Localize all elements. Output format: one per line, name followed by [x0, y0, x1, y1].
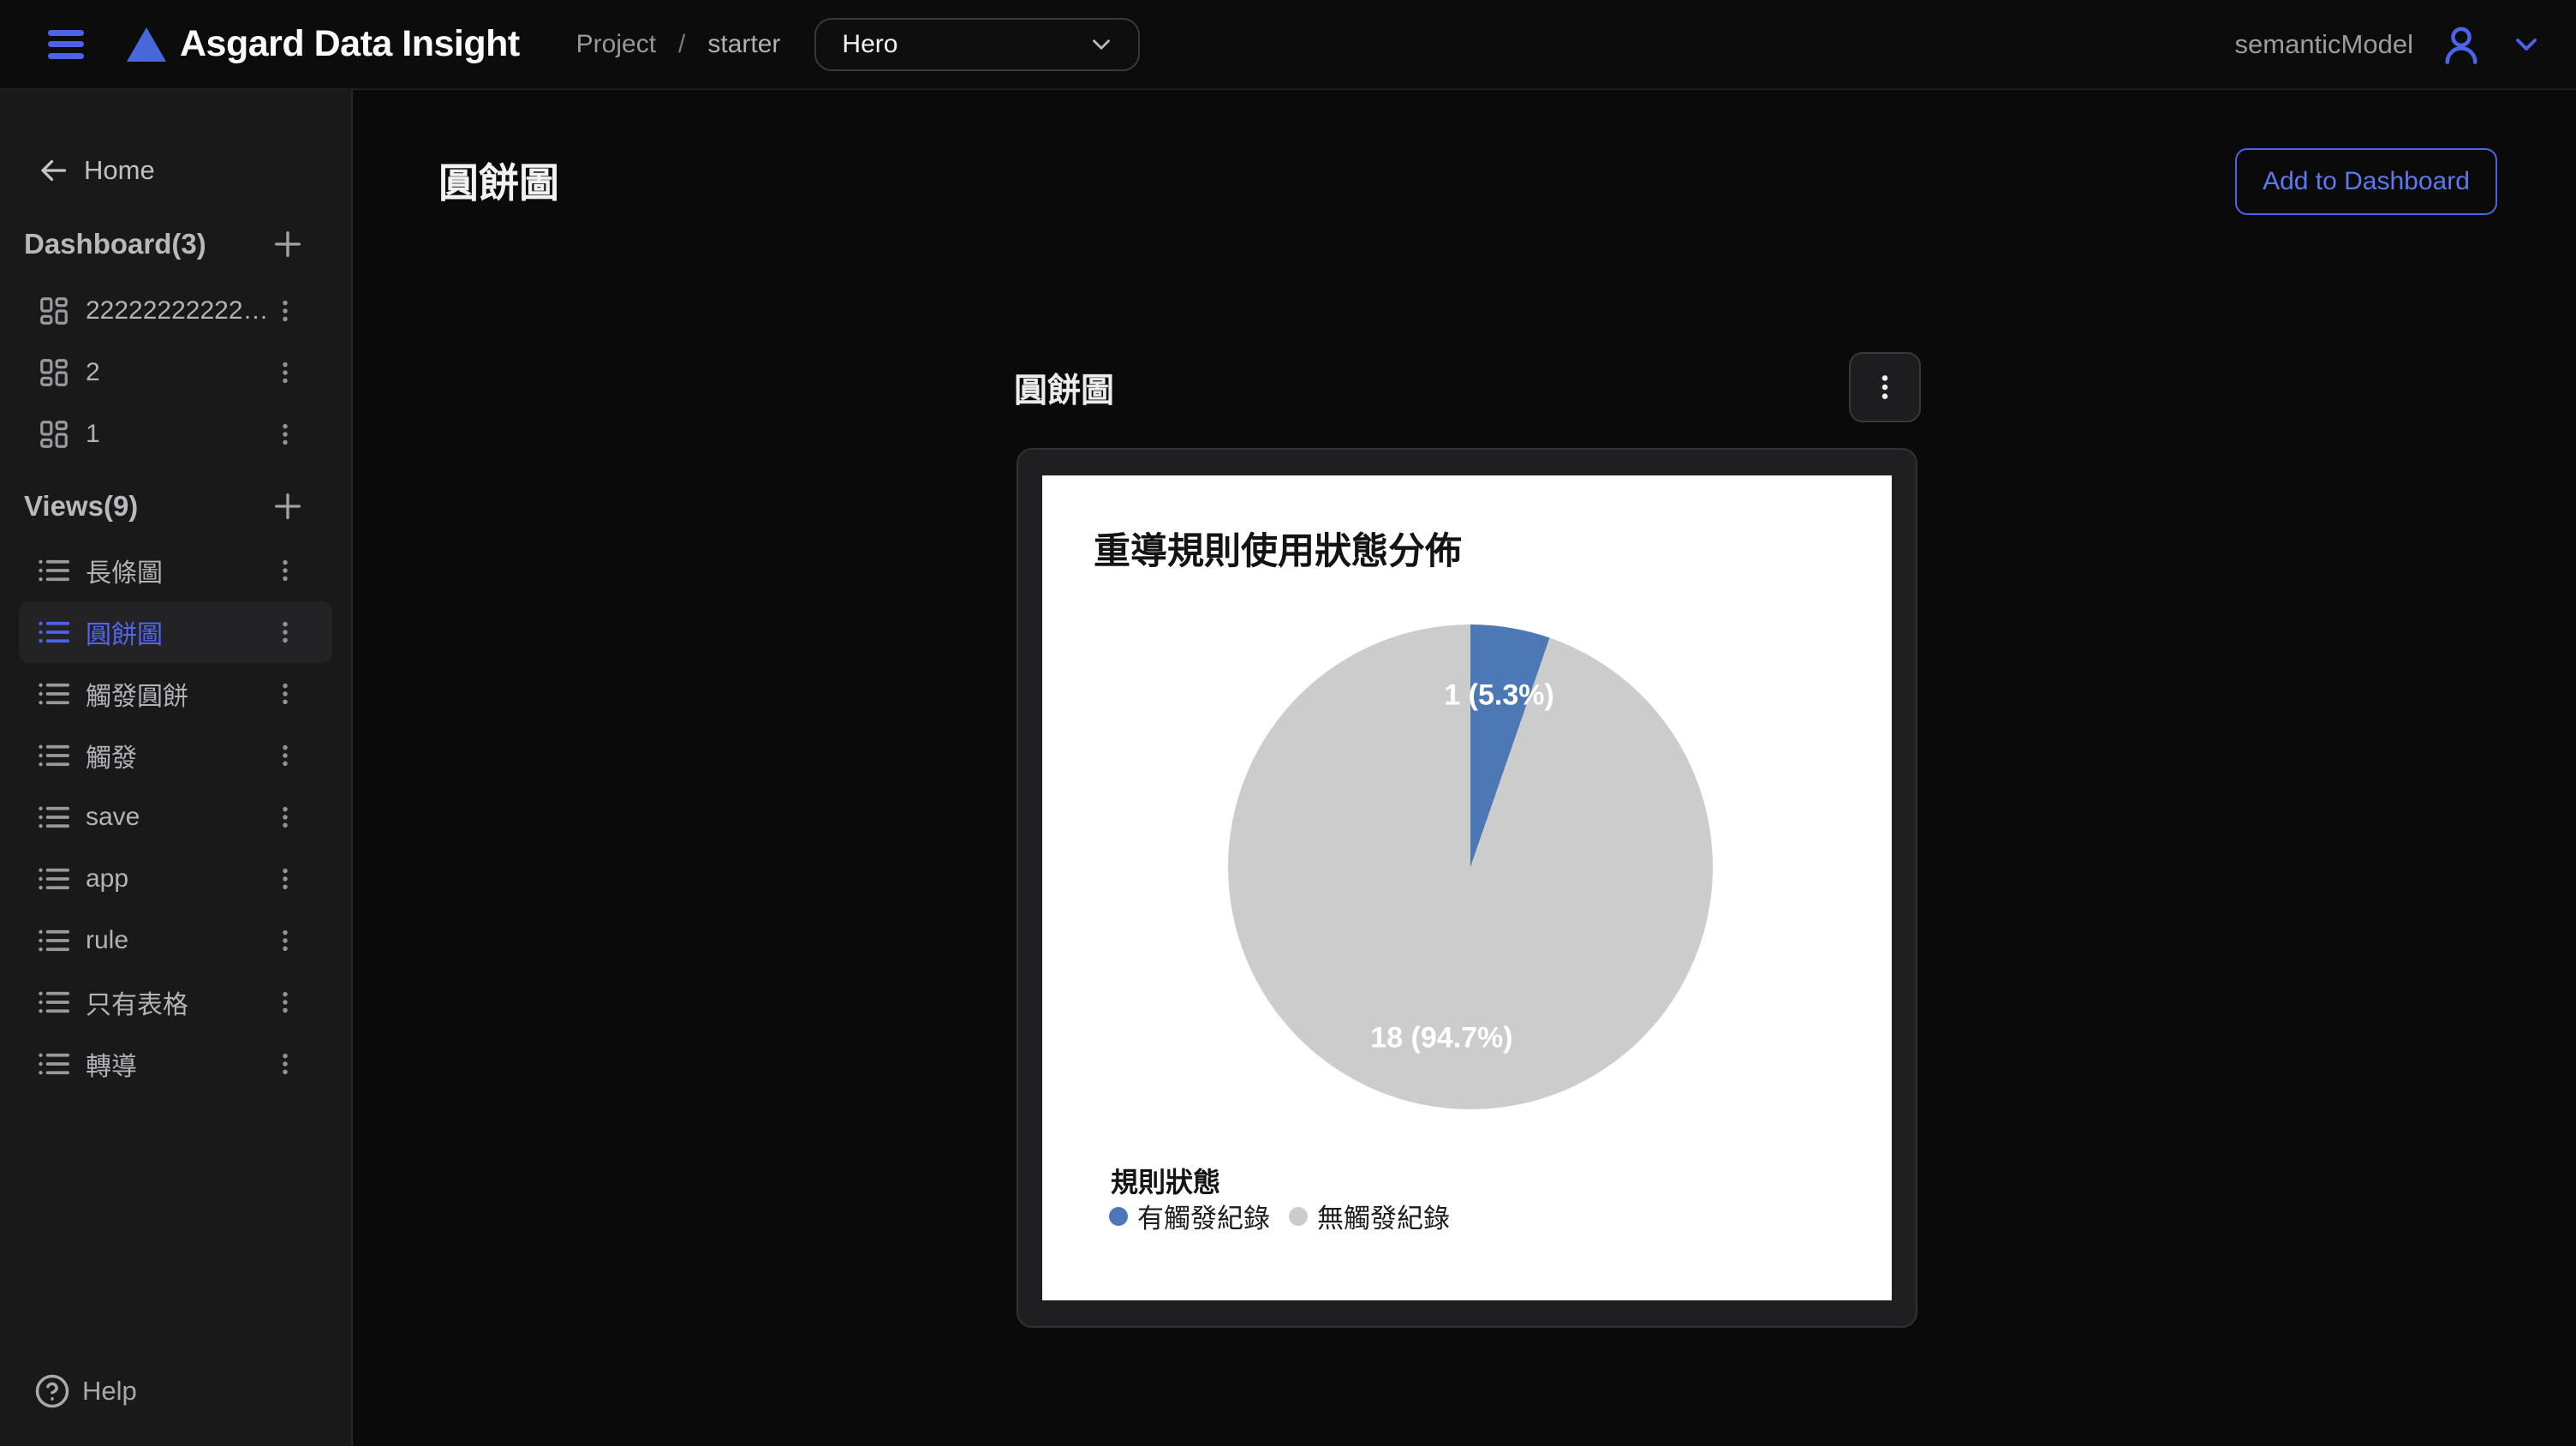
kebab-menu-icon[interactable]	[272, 804, 298, 830]
hamburger-icon	[48, 30, 84, 36]
list-icon	[38, 1049, 70, 1079]
view-item-label: rule	[86, 926, 128, 955]
kebab-menu-icon[interactable]	[272, 866, 298, 892]
view-item-label: save	[86, 803, 140, 832]
add-dashboard-button[interactable]	[271, 227, 305, 261]
view-item-label: 長條圖	[86, 552, 163, 589]
kebab-menu-icon[interactable]	[272, 558, 298, 583]
legend-dot	[1289, 1207, 1308, 1226]
legend-dot	[1109, 1207, 1128, 1226]
legend-item-label: 無觸發紀錄	[1317, 1197, 1450, 1235]
hamburger-icon	[48, 41, 84, 47]
list-icon	[38, 556, 70, 585]
sidebar-item-view[interactable]: 長條圖	[0, 540, 351, 601]
chart-section-label: 圓餅圖	[1014, 364, 1114, 412]
dashboard-grid-icon	[38, 356, 70, 389]
kebab-menu-icon[interactable]	[272, 619, 298, 645]
list-icon	[38, 926, 70, 955]
page-title: 圓餅圖	[438, 150, 559, 209]
view-item-label: 圓餅圖	[86, 613, 163, 651]
help-button[interactable]: Help	[0, 1371, 351, 1412]
legend-title: 規則狀態	[1111, 1161, 1220, 1200]
breadcrumb: Project / starter	[576, 30, 781, 59]
dashboard-grid-icon	[38, 418, 70, 451]
sidebar-item-view[interactable]: 觸發	[0, 725, 351, 786]
sidebar-item-dashboard[interactable]: 2	[0, 342, 351, 403]
kebab-menu-icon	[1870, 373, 1899, 402]
dashboard-item-label: 22222222222222222222	[86, 296, 272, 326]
sidebar-item-view[interactable]: 觸發圓餅	[0, 663, 351, 725]
breadcrumb-separator: /	[678, 30, 685, 59]
sidebar: Home Dashboard(3) 22222222222222222222	[0, 90, 353, 1446]
kebab-menu-icon[interactable]	[272, 421, 298, 447]
chart-title: 重導規則使用狀態分佈	[1094, 522, 1462, 575]
user-icon[interactable]	[2439, 22, 2484, 67]
views-header-label: Views(9)	[24, 490, 138, 523]
list-icon	[38, 864, 70, 893]
hamburger-icon	[48, 53, 84, 59]
add-view-button[interactable]	[271, 489, 305, 523]
view-item-label: 觸發	[86, 737, 137, 774]
hero-select[interactable]: Hero	[814, 18, 1140, 71]
chart-legend: 有觸發紀錄 無觸發紀錄	[1109, 1197, 1450, 1235]
dashboard-section-header: Dashboard(3)	[0, 225, 351, 263]
sidebar-item-view[interactable]: rule	[0, 910, 351, 971]
user-menu-chevron-down-icon[interactable]	[2509, 27, 2543, 62]
top-navbar: Asgard Data Insight Project / starter He…	[0, 0, 2576, 90]
list-icon	[38, 988, 70, 1017]
dashboard-header-label: Dashboard(3)	[24, 228, 206, 260]
home-button[interactable]: Home	[0, 152, 351, 189]
sidebar-item-view[interactable]: 只有表格	[0, 971, 351, 1033]
arrow-left-icon	[38, 155, 69, 186]
chevron-down-icon	[1087, 30, 1116, 59]
list-icon	[38, 803, 70, 832]
chart-kebab-menu-button[interactable]	[1849, 352, 1921, 422]
kebab-menu-icon[interactable]	[272, 1051, 298, 1077]
semantic-model-label: semanticModel	[2235, 29, 2413, 60]
view-item-label: 轉導	[86, 1045, 137, 1083]
legend-item[interactable]: 無觸發紀錄	[1289, 1197, 1450, 1235]
app-logo-triangle-icon	[127, 27, 166, 62]
views-section-header: Views(9)	[0, 487, 351, 525]
help-circle-icon	[34, 1373, 70, 1409]
view-item-label: app	[86, 864, 128, 893]
chart-canvas: 重導規則使用狀態分佈 1 (5.3%) 18 (94.7%) 規則狀態 有觸發紀…	[1042, 475, 1892, 1300]
legend-item[interactable]: 有觸發紀錄	[1109, 1197, 1270, 1235]
navbar-right: semanticModel	[2235, 22, 2543, 67]
menu-button[interactable]	[48, 30, 84, 59]
kebab-menu-icon[interactable]	[272, 360, 298, 385]
dashboard-item-label: 1	[86, 420, 100, 449]
view-item-label: 觸發圓餅	[86, 675, 188, 713]
sidebar-item-view[interactable]: 轉導	[0, 1033, 351, 1095]
add-to-dashboard-button[interactable]: Add to Dashboard	[2235, 148, 2497, 215]
list-icon	[38, 679, 70, 708]
dashboard-grid-icon	[38, 295, 70, 327]
hero-select-value: Hero	[842, 30, 1087, 59]
breadcrumb-project[interactable]: Project	[576, 30, 656, 59]
kebab-menu-icon[interactable]	[272, 989, 298, 1015]
sidebar-item-dashboard[interactable]: 1	[0, 403, 351, 465]
kebab-menu-icon[interactable]	[272, 298, 298, 324]
list-icon	[38, 741, 70, 770]
breadcrumb-project-name[interactable]: starter	[707, 30, 780, 59]
home-label: Home	[84, 155, 155, 186]
pie-slice-label: 1 (5.3%)	[1444, 679, 1554, 713]
sidebar-item-view[interactable]: save	[0, 786, 351, 848]
main-content: 圓餅圖 Add to Dashboard 圓餅圖 重導規則使用狀態分佈 1 (5…	[353, 90, 2576, 1446]
view-item-label: 只有表格	[86, 983, 188, 1021]
sidebar-item-view-active[interactable]: 圓餅圖	[19, 601, 332, 663]
sidebar-item-dashboard[interactable]: 22222222222222222222	[0, 280, 351, 342]
chart-card: 重導規則使用狀態分佈 1 (5.3%) 18 (94.7%) 規則狀態 有觸發紀…	[1017, 448, 1917, 1328]
kebab-menu-icon[interactable]	[272, 681, 298, 707]
legend-item-label: 有觸發紀錄	[1137, 1197, 1270, 1235]
pie-slice-label: 18 (94.7%)	[1370, 1021, 1512, 1055]
sidebar-item-view[interactable]: app	[0, 848, 351, 910]
kebab-menu-icon[interactable]	[272, 743, 298, 768]
pie-chart[interactable]: 1 (5.3%) 18 (94.7%)	[1228, 624, 1713, 1109]
dashboard-item-label: 2	[86, 358, 100, 387]
kebab-menu-icon[interactable]	[272, 928, 298, 953]
help-label: Help	[82, 1376, 137, 1407]
app-title: Asgard Data Insight	[180, 23, 520, 65]
list-icon	[38, 618, 70, 647]
